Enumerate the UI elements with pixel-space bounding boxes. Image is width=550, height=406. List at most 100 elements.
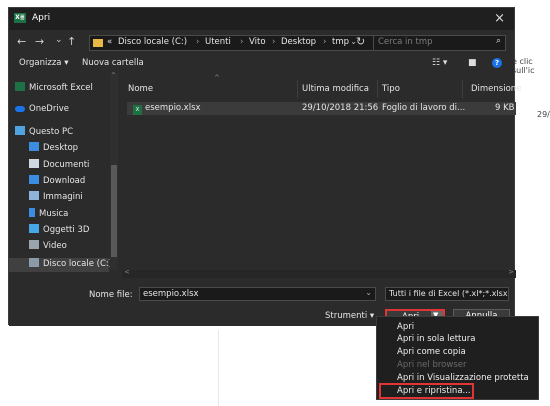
search-input[interactable]: Cerca in tmp ⌕ xyxy=(373,35,506,51)
desktop-icon xyxy=(29,142,39,151)
navigation-bar: ← → ⌄ ↑ « Disco locale (C:) › Utenti › V… xyxy=(9,32,514,54)
column-header-name[interactable]: Nome xyxy=(128,84,153,94)
refresh-icon[interactable]: ↻ xyxy=(356,35,365,48)
sidebar-item-label: Musica xyxy=(39,209,69,219)
filename-value: esempio.xlsx xyxy=(143,289,199,299)
up-arrow-icon[interactable]: ↑ xyxy=(67,35,76,48)
preview-pane-icon[interactable]: ■ xyxy=(468,58,477,68)
sidebar-item-label: Oggetti 3D xyxy=(43,225,90,235)
column-separator[interactable] xyxy=(297,80,298,98)
breadcrumb-desktop[interactable]: Desktop xyxy=(281,37,316,47)
scroll-right-icon[interactable]: > xyxy=(508,268,514,276)
sidebar-scroll-thumb[interactable] xyxy=(111,165,117,257)
file-modified: 29/10/2018 21:56 xyxy=(302,103,379,113)
sidebar-item-microsoft-excel[interactable]: Microsoft Excel xyxy=(15,82,93,96)
sidebar-item-onedrive[interactable]: OneDrive xyxy=(15,104,69,118)
sort-indicator-icon: ^ xyxy=(214,74,220,82)
sidebar-item-label: Immagini xyxy=(43,192,83,202)
back-arrow-icon[interactable]: ← xyxy=(17,35,26,48)
download-icon xyxy=(29,175,39,184)
navigation-pane: Microsoft Excel OneDrive Questo PC Deskt… xyxy=(9,74,119,272)
breadcrumb-drive[interactable]: Disco locale (C:) xyxy=(118,37,187,47)
background-divider xyxy=(218,330,219,406)
close-icon[interactable]: × xyxy=(494,11,505,26)
sidebar-item-questo-pc[interactable]: Questo PC xyxy=(15,126,73,140)
sidebar-item-label: Disco locale (C:) xyxy=(43,259,113,269)
pc-icon xyxy=(15,126,25,135)
open-options-menu: Apri Apri in sola lettura Apri come copi… xyxy=(376,316,539,400)
file-size: 9 KB xyxy=(495,103,515,113)
chevron-down-icon[interactable]: ⌄ xyxy=(365,288,372,297)
sidebar-item-musica[interactable]: Musica xyxy=(29,208,68,222)
organize-button[interactable]: Organizza ▾ xyxy=(19,58,69,68)
recent-locations-chevron-icon[interactable]: ⌄ xyxy=(55,35,63,45)
sidebar-item-immagini[interactable]: Immagini xyxy=(29,191,83,205)
sidebar-item-desktop[interactable]: Desktop xyxy=(29,142,78,156)
breadcrumb-separator: › xyxy=(196,37,200,47)
sidebar-item-download[interactable]: Download xyxy=(29,175,85,189)
menu-item-apri-come-copia[interactable]: Apri come copia xyxy=(397,347,466,357)
menu-item-visualizzazione-protetta[interactable]: Apri in Visualizzazione protetta xyxy=(397,373,529,383)
sidebar-item-documenti[interactable]: Documenti xyxy=(29,159,89,173)
help-icon[interactable]: ? xyxy=(492,58,502,68)
menu-item-apri-sola-lettura[interactable]: Apri in sola lettura xyxy=(397,334,475,344)
breadcrumb-separator: › xyxy=(323,37,327,47)
address-bar[interactable]: « Disco locale (C:) › Utenti › Vito › De… xyxy=(89,35,375,51)
tools-button[interactable]: Strumenti ▾ xyxy=(325,311,374,321)
background-text: e clic sull'ic xyxy=(512,57,535,75)
sidebar-item-disco-locale[interactable]: Disco locale (C:) xyxy=(9,258,113,272)
file-row[interactable]: Xesempio.xlsx 29/10/2018 21:56 Foglio di… xyxy=(127,102,516,115)
column-header-type[interactable]: Tipo xyxy=(382,84,400,94)
video-icon xyxy=(29,240,39,249)
column-header-size[interactable]: Dimensione xyxy=(471,84,521,94)
sidebar-item-label: Desktop xyxy=(43,143,79,153)
window-title: Apri xyxy=(32,13,51,23)
breadcrumb-separator: › xyxy=(272,37,276,47)
column-separator[interactable] xyxy=(377,80,378,98)
excel-file-icon: X xyxy=(133,105,142,115)
sidebar-item-video[interactable]: Video xyxy=(29,240,67,254)
search-icon: ⌕ xyxy=(495,36,501,46)
filename-input[interactable]: esempio.xlsx ⌄ xyxy=(139,287,376,301)
tools-label: Strumenti xyxy=(325,311,368,321)
new-folder-button[interactable]: Nuova cartella xyxy=(82,58,144,68)
breadcrumb-vito[interactable]: Vito xyxy=(249,37,266,47)
sidebar-item-label: Questo PC xyxy=(29,127,74,137)
background-date: 29/ xyxy=(537,110,550,119)
sidebar-item-label: Documenti xyxy=(43,160,90,170)
sidebar-item-label: Video xyxy=(43,241,67,251)
breadcrumb-overflow[interactable]: « xyxy=(107,37,112,47)
menu-item-apri-nel-browser: Apri nel browser xyxy=(397,360,467,370)
scroll-up-icon[interactable]: ^ xyxy=(111,72,116,79)
excel-icon: X≣ xyxy=(14,13,26,23)
breadcrumb-utenti[interactable]: Utenti xyxy=(205,37,231,47)
filename-label: Nome file: xyxy=(89,290,133,300)
cube-icon xyxy=(29,224,39,233)
file-type-filter[interactable]: Tutti i file di Excel (*.xl*;*.xlsx;*.x xyxy=(385,287,509,301)
scroll-left-icon[interactable]: < xyxy=(124,268,130,276)
breadcrumb-separator: › xyxy=(240,37,244,47)
file-name: esempio.xlsx xyxy=(145,103,201,113)
file-type-filter-value: Tutti i file di Excel (*.xl*;*.xlsx;*.x xyxy=(389,289,509,298)
column-header-modified[interactable]: Ultima modifica xyxy=(302,84,369,94)
title-bar: X≣ Apri × xyxy=(9,8,514,30)
breadcrumb-tmp[interactable]: tmp xyxy=(332,37,349,47)
forward-arrow-icon[interactable]: → xyxy=(35,35,44,48)
menu-item-apri[interactable]: Apri xyxy=(397,322,414,332)
excel-icon xyxy=(15,82,25,91)
cloud-icon xyxy=(15,106,25,112)
horizontal-scrollbar[interactable]: < > xyxy=(122,268,516,278)
drive-icon xyxy=(29,258,39,267)
sidebar-item-label: Microsoft Excel xyxy=(29,83,93,93)
highlight-box xyxy=(379,383,474,399)
view-options-icon[interactable]: ☷ ▾ xyxy=(432,58,447,68)
images-icon xyxy=(29,191,39,200)
open-dialog: X≣ Apri × ← → ⌄ ↑ « Disco locale (C:) › … xyxy=(8,7,521,326)
column-separator[interactable] xyxy=(462,80,463,98)
file-type: Foglio di lavoro di... xyxy=(382,103,466,113)
file-name-cell[interactable]: Xesempio.xlsx xyxy=(133,103,201,115)
folder-icon xyxy=(93,39,103,47)
search-placeholder: Cerca in tmp xyxy=(378,37,433,47)
sidebar-item-oggetti-3d[interactable]: Oggetti 3D xyxy=(29,224,89,238)
sidebar-item-label: Download xyxy=(43,176,86,186)
